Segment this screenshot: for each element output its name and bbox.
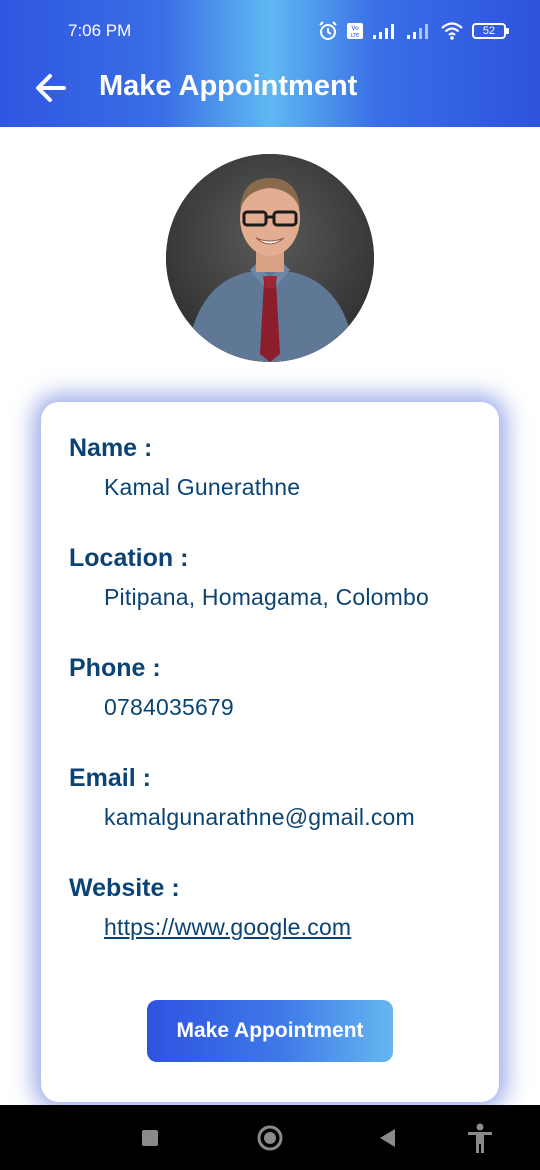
volte-icon: Vo LTE [347, 23, 363, 39]
location-value: Pitipana, Homagama, Colombo [104, 584, 430, 610]
signal-icon [407, 24, 428, 39]
phone-value: 0784035679 [104, 694, 234, 720]
accessibility-icon[interactable] [463, 1121, 497, 1155]
triangle-back-icon[interactable] [371, 1121, 405, 1155]
location-label: Location : [69, 544, 189, 572]
status-icons: Vo LTE 52 [318, 20, 509, 42]
profile-avatar [166, 154, 374, 362]
profile-photo [166, 154, 374, 362]
email-label: Email : [69, 764, 151, 792]
arrow-left-icon[interactable] [30, 66, 74, 110]
signal-icon [373, 24, 394, 39]
status-time: 7:06 PM [68, 21, 132, 40]
alarm-icon [319, 21, 337, 40]
profile-card: Name : Kamal Gunerathne Location : Pitip… [41, 402, 499, 1102]
page-title: Make Appointment [99, 70, 358, 102]
svg-text:LTE: LTE [351, 33, 359, 39]
phone-label: Phone : [69, 654, 161, 682]
svg-text:Vo: Vo [351, 25, 359, 32]
battery-icon: 52 [472, 23, 509, 39]
make-appointment-button[interactable]: Make Appointment [147, 1000, 393, 1062]
website-link[interactable]: https://www.google.com [104, 914, 351, 941]
name-value: Kamal Gunerathne [104, 474, 301, 500]
website-label: Website : [69, 874, 180, 902]
email-value: kamalgunarathne@gmail.com [104, 804, 415, 830]
battery-level: 52 [482, 25, 496, 37]
circle-icon[interactable] [253, 1121, 287, 1155]
system-nav-bar [0, 1105, 540, 1170]
wifi-icon [441, 22, 463, 40]
name-label: Name : [69, 434, 153, 462]
square-icon[interactable] [133, 1121, 167, 1155]
app-bar: 7:06 PM Vo LTE 52 Make Appointment [0, 0, 540, 127]
